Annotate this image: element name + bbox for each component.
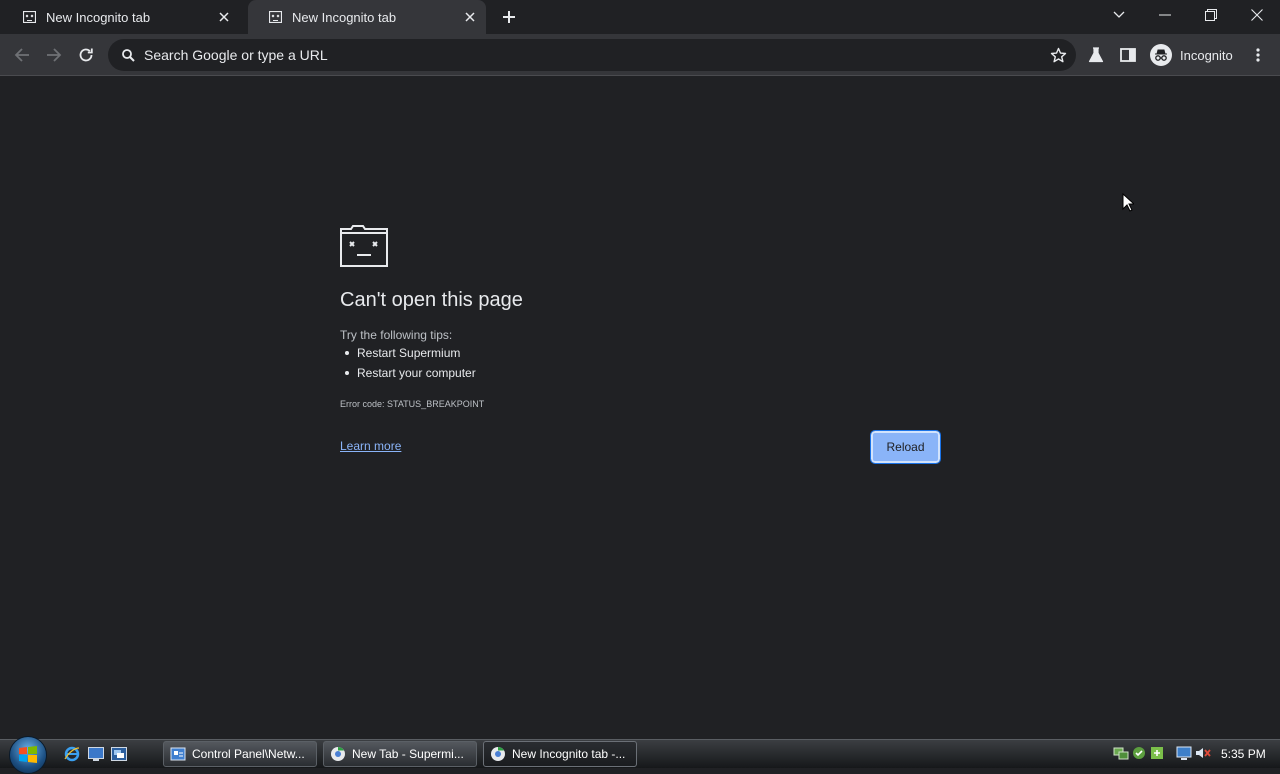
reload-toolbar-button[interactable] bbox=[74, 43, 98, 67]
network-tray-icon[interactable] bbox=[1113, 745, 1129, 761]
windows-logo-icon bbox=[19, 746, 37, 763]
side-panel-button[interactable] bbox=[1116, 43, 1140, 67]
taskbar-item-new-tab[interactable]: New Tab - Supermi... bbox=[323, 741, 477, 767]
bookmark-star-icon[interactable] bbox=[1046, 43, 1070, 67]
bullet-icon bbox=[345, 351, 349, 355]
supermium-icon bbox=[490, 746, 506, 762]
mouse-cursor-icon bbox=[1122, 192, 1136, 217]
reload-button[interactable]: Reload bbox=[870, 430, 941, 464]
restore-icon bbox=[1205, 9, 1217, 21]
error-heading: Can't open this page bbox=[340, 289, 523, 311]
switch-windows-icon[interactable] bbox=[110, 745, 128, 763]
restore-button[interactable] bbox=[1197, 4, 1225, 26]
list-item: Restart your computer bbox=[340, 363, 476, 383]
volume-muted-icon[interactable] bbox=[1195, 745, 1211, 761]
close-icon[interactable] bbox=[460, 7, 480, 27]
update-tray-icon[interactable] bbox=[1149, 745, 1165, 761]
tab-title: New Incognito tab bbox=[46, 9, 151, 25]
arrow-right-icon bbox=[47, 48, 62, 62]
toolbar: Incognito bbox=[0, 34, 1280, 76]
minimize-icon bbox=[1159, 14, 1171, 16]
sad-page-icon bbox=[268, 10, 282, 24]
back-button[interactable] bbox=[10, 43, 34, 67]
taskbar-clock[interactable]: 5:35 PM bbox=[1221, 747, 1266, 761]
internet-explorer-icon[interactable] bbox=[63, 745, 81, 763]
start-button[interactable] bbox=[9, 736, 47, 774]
error-code: Error code: STATUS_BREAKPOINT bbox=[340, 399, 485, 409]
incognito-icon bbox=[1150, 44, 1172, 66]
taskbar: Control Panel\Netw... New Tab - Supermi.… bbox=[0, 736, 1280, 774]
close-icon[interactable] bbox=[214, 7, 234, 27]
tab-1[interactable]: New Incognito tab bbox=[2, 0, 240, 34]
sad-page-icon bbox=[22, 10, 36, 24]
tips-label: Try the following tips: bbox=[340, 328, 453, 342]
tab-title: New Incognito tab bbox=[292, 9, 397, 25]
chevron-down-icon bbox=[1113, 11, 1125, 18]
bullet-icon bbox=[345, 371, 349, 375]
incognito-profile-button[interactable]: Incognito bbox=[1146, 40, 1238, 70]
new-tab-button[interactable] bbox=[498, 6, 520, 28]
control-panel-icon bbox=[170, 746, 186, 762]
kebab-menu-icon bbox=[1256, 48, 1260, 62]
supermium-icon bbox=[330, 746, 346, 762]
display-tray-icon[interactable] bbox=[1176, 745, 1192, 761]
omnibox[interactable] bbox=[108, 39, 1076, 71]
tab-2[interactable]: New Incognito tab bbox=[248, 0, 486, 34]
tab-strip: New Incognito tab New Incognito tab bbox=[0, 0, 1280, 34]
refresh-icon bbox=[79, 48, 93, 62]
taskbar-item-incognito[interactable]: New Incognito tab -... bbox=[483, 741, 637, 767]
minimize-button[interactable] bbox=[1151, 4, 1179, 26]
error-page: Can't open this page Try the following t… bbox=[0, 77, 1280, 739]
profile-label: Incognito bbox=[1180, 47, 1233, 63]
security-tray-icon[interactable] bbox=[1131, 745, 1147, 761]
flask-icon bbox=[1088, 47, 1104, 63]
close-icon bbox=[1251, 9, 1263, 21]
tab-search-button[interactable] bbox=[1105, 4, 1133, 26]
sad-folder-icon bbox=[340, 225, 388, 267]
side-panel-icon bbox=[1120, 48, 1136, 62]
omnibox-input[interactable] bbox=[142, 46, 1006, 64]
taskbar-item-control-panel[interactable]: Control Panel\Netw... bbox=[163, 741, 317, 767]
plus-icon bbox=[503, 11, 515, 23]
close-window-button[interactable] bbox=[1243, 4, 1271, 26]
list-item: Restart Supermium bbox=[340, 343, 476, 363]
tips-list: Restart Supermium Restart your computer bbox=[340, 343, 476, 383]
learn-more-link[interactable]: Learn more bbox=[340, 439, 401, 453]
menu-button[interactable] bbox=[1246, 43, 1270, 67]
search-icon bbox=[120, 47, 136, 63]
show-desktop-icon[interactable] bbox=[87, 745, 105, 763]
arrow-left-icon bbox=[14, 48, 29, 62]
labs-button[interactable] bbox=[1084, 43, 1108, 67]
forward-button[interactable] bbox=[42, 43, 66, 67]
